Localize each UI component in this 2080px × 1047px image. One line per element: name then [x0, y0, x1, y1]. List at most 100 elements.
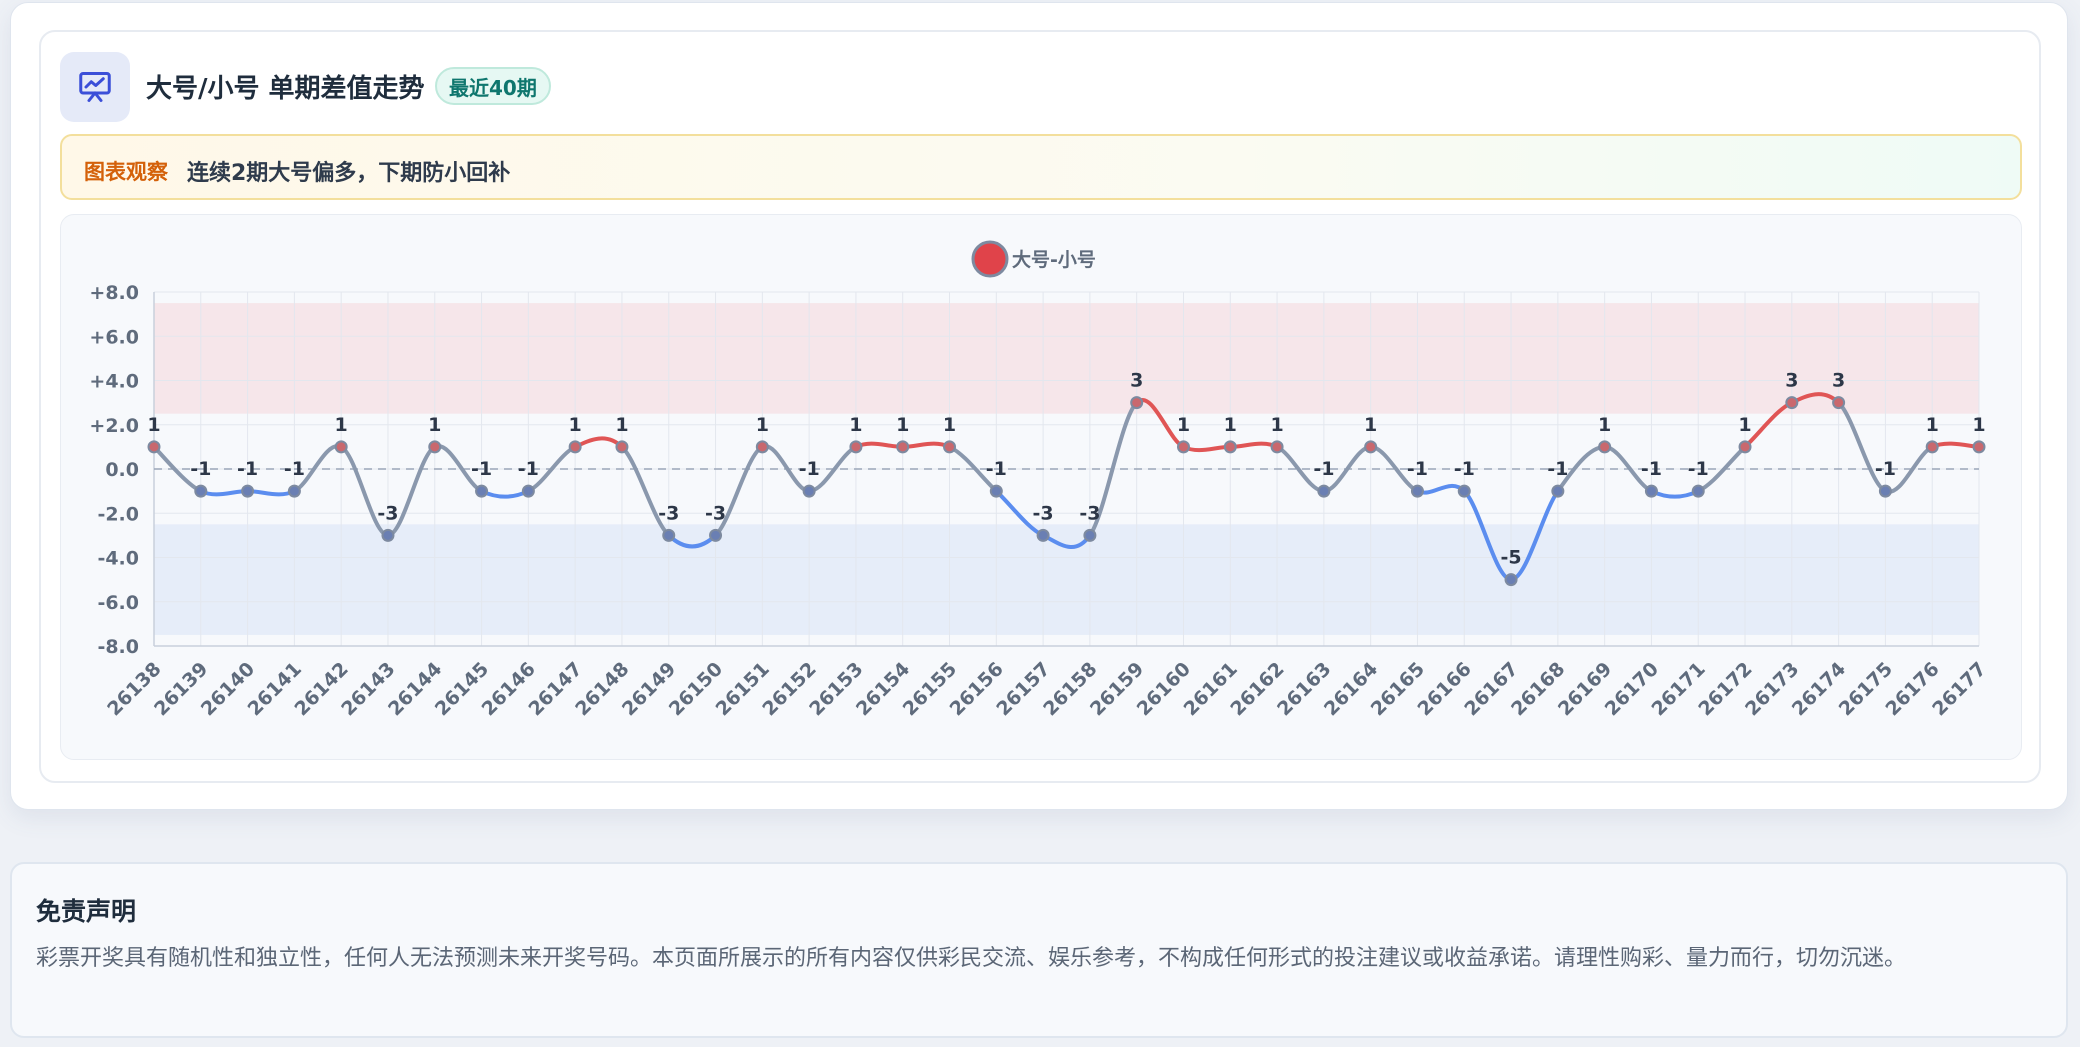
data-point[interactable]: [1036, 528, 1050, 542]
data-point[interactable]: [381, 528, 395, 542]
data-label: 1: [335, 414, 348, 436]
y-tick-label: -4.0: [97, 548, 139, 570]
data-label: -5: [1500, 547, 1521, 569]
data-label: 1: [1972, 414, 1985, 436]
data-point[interactable]: [1738, 440, 1752, 454]
data-point[interactable]: [896, 440, 910, 454]
data-label: 3: [1130, 370, 1143, 392]
data-point[interactable]: [615, 440, 629, 454]
data-point[interactable]: [521, 484, 535, 498]
data-label: -1: [799, 458, 820, 480]
y-tick-label: -6.0: [97, 592, 139, 614]
data-point[interactable]: [662, 528, 676, 542]
data-point[interactable]: [1644, 484, 1658, 498]
data-point[interactable]: [287, 484, 301, 498]
data-point[interactable]: [1176, 440, 1190, 454]
data-label: -1: [1688, 458, 1709, 480]
data-point[interactable]: [194, 484, 208, 498]
observation-tag: 图表观察: [84, 160, 168, 184]
data-point[interactable]: [475, 484, 489, 498]
data-label: -1: [284, 458, 305, 480]
data-point[interactable]: [241, 484, 255, 498]
series-line-segment: [245, 489, 297, 497]
data-point[interactable]: [709, 528, 723, 542]
data-label: -3: [1033, 502, 1054, 524]
data-label: 1: [1926, 414, 1939, 436]
data-point[interactable]: [1317, 484, 1331, 498]
chart-presentation-icon: [60, 52, 130, 122]
data-label: 1: [1598, 414, 1611, 436]
y-tick-label: +6.0: [89, 326, 139, 348]
data-point[interactable]: [1691, 484, 1705, 498]
x-tick-label: 26177: [1928, 658, 1990, 720]
data-point[interactable]: [989, 484, 1003, 498]
data-label: 1: [428, 414, 441, 436]
series-line-segment: [573, 436, 624, 449]
data-label: -1: [986, 458, 1007, 480]
data-point[interactable]: [1551, 484, 1565, 498]
data-label: -3: [377, 502, 398, 524]
series-line-segment: [853, 441, 905, 449]
data-point[interactable]: [568, 440, 582, 454]
data-label: -1: [237, 458, 258, 480]
data-label: 1: [943, 414, 956, 436]
data-point[interactable]: [1598, 440, 1612, 454]
disclaimer-text: 彩票开奖具有随机性和独立性，任何人无法预测未来开奖号码。本页面所展示的所有内容仅…: [36, 946, 1907, 971]
data-point[interactable]: [334, 440, 348, 454]
series-line-segment: [1228, 441, 1280, 449]
data-point[interactable]: [1504, 573, 1518, 587]
chart-observation-banner: 图表观察 连续2期大号偏多，下期防小回补: [60, 134, 2022, 200]
data-point[interactable]: [1878, 484, 1892, 498]
legend[interactable]: 大号-小号: [971, 240, 1096, 278]
data-label: 1: [1738, 414, 1751, 436]
y-tick-label: +8.0: [89, 282, 139, 304]
observation-text: 连续2期大号偏多，下期防小回补: [187, 161, 511, 186]
band-low: [154, 524, 1979, 635]
data-point[interactable]: [802, 484, 816, 498]
data-point[interactable]: [1083, 528, 1097, 542]
disclaimer-title: 免责声明: [36, 897, 137, 926]
series-line-segment: [1181, 444, 1233, 453]
data-label: -1: [1547, 458, 1568, 480]
data-label: -1: [518, 458, 539, 480]
data-label: 1: [1177, 414, 1190, 436]
data-point[interactable]: [1130, 396, 1144, 410]
data-point[interactable]: [1270, 440, 1284, 454]
data-label: -3: [705, 502, 726, 524]
data-label: 1: [896, 414, 909, 436]
series-line-segment: [1930, 441, 1981, 449]
data-point[interactable]: [755, 440, 769, 454]
data-point[interactable]: [1785, 396, 1799, 410]
data-point[interactable]: [147, 440, 161, 454]
period-badge: 最近40期: [435, 67, 551, 105]
data-point[interactable]: [1832, 396, 1846, 410]
data-label: 1: [147, 414, 160, 436]
data-label: 1: [1364, 414, 1377, 436]
difference-line-chart: +8.0+6.0+4.0+2.00.0-2.0-4.0-6.0-8.026138…: [89, 240, 1991, 720]
data-point[interactable]: [849, 440, 863, 454]
data-label: 1: [756, 414, 769, 436]
y-tick-label: 0.0: [105, 459, 139, 481]
data-point[interactable]: [1457, 484, 1471, 498]
series-line-segment: [900, 441, 952, 449]
data-point[interactable]: [428, 440, 442, 454]
data-label: -1: [1875, 458, 1896, 480]
data-label: 1: [849, 414, 862, 436]
data-point[interactable]: [1223, 440, 1237, 454]
chart-area: +8.0 +6.0 +4.0 +2.0 0.0 -2.0 -4.0 -6.0 -8.0 26138…: [60, 214, 2022, 760]
data-point[interactable]: [1410, 484, 1424, 498]
data-label: -1: [190, 458, 211, 480]
series-line-segment: [198, 489, 250, 497]
data-label: 1: [615, 414, 628, 436]
legend-label: 大号-小号: [1012, 248, 1096, 271]
data-point[interactable]: [1364, 440, 1378, 454]
data-label: -1: [471, 458, 492, 480]
series-line-segment: [1649, 489, 1701, 499]
data-point[interactable]: [943, 440, 957, 454]
data-label: 3: [1832, 370, 1845, 392]
y-tick-label: +4.0: [89, 371, 139, 393]
data-point[interactable]: [1925, 440, 1939, 454]
data-label: -3: [658, 502, 679, 524]
data-label: 1: [569, 414, 582, 436]
data-point[interactable]: [1972, 440, 1986, 454]
